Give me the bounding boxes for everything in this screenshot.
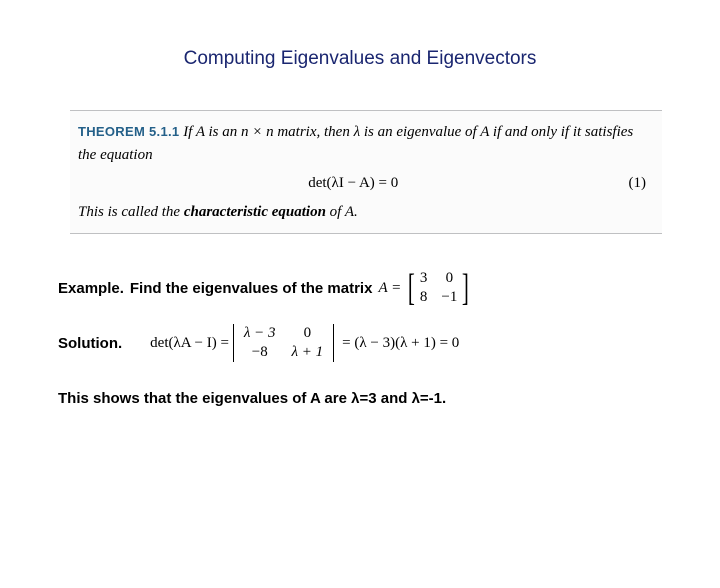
example-label: Example. [58,280,124,297]
det-grid: λ − 3 0 −8 λ + 1 [238,325,329,361]
example-text: Find the eigenvalues of the matrix [130,280,373,297]
theorem-equation: det(λI − A) = 0 [78,172,629,195]
theorem-trail-end: of A. [326,204,358,220]
theorem-box: THEOREM 5.1.1 If A is an n × n matrix, t… [70,110,662,234]
bracket-left-icon: [ [408,272,415,304]
det-cell: −8 [244,344,276,361]
matrix-cell: −1 [441,289,457,306]
page-title: Computing Eigenvalues and Eigenvectors [0,48,720,70]
matrix-A: A = [ 3 0 8 −1 ] [378,270,472,306]
determinant-equation: det(λA − I) = λ − 3 0 −8 λ + 1 = (λ − 3)… [150,324,459,362]
theorem-label: THEOREM 5.1.1 [78,124,179,139]
vbar-left-icon [233,324,234,362]
det-cell: λ − 3 [244,325,276,342]
theorem-trail-bold: characteristic equation [184,204,326,220]
bracket-right-icon: ] [462,272,469,304]
solution-label: Solution. [58,335,122,352]
conclusion: This shows that the eigenvalues of A are… [58,390,720,407]
matrix-cell: 3 [420,270,428,287]
matrix-cell: 0 [441,270,457,287]
equation-number: (1) [629,172,647,195]
vbar-right-icon [333,324,334,362]
det-cell: λ + 1 [292,344,324,361]
theorem-trail-plain: This is called the [78,204,184,220]
theorem-equation-row: det(λI − A) = 0 (1) [78,172,648,195]
solution-row: Solution. det(λA − I) = λ − 3 0 −8 λ + 1… [58,324,720,362]
det-cell: 0 [292,325,324,342]
matrix-grid: 3 0 8 −1 [418,270,459,306]
det-lhs: det(λA − I) = [150,335,229,352]
matrix-cell: 8 [420,289,428,306]
matrix-lhs: A = [378,280,401,297]
det-rhs: = (λ − 3)(λ + 1) = 0 [342,335,459,352]
example-row: Example. Find the eigenvalues of the mat… [58,270,720,306]
